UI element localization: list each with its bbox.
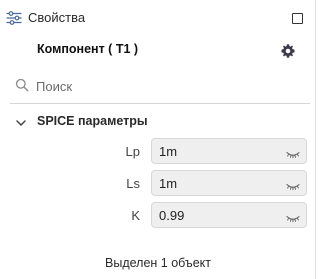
search-box — [10, 74, 300, 98]
panel-titlebar: Свойства — [0, 0, 316, 36]
properties-panel: Свойства Компонент ( T1 ) SPICE параметр… — [0, 0, 316, 279]
eye-closed-icon[interactable] — [286, 147, 300, 159]
param-row-ls: Ls 1m — [0, 170, 316, 196]
eye-closed-icon[interactable] — [286, 179, 300, 191]
param-row-lp: Lp 1m — [0, 138, 316, 164]
param-field-k[interactable]: 0.99 — [151, 202, 307, 228]
param-field-ls[interactable]: 1m — [151, 170, 307, 196]
gear-icon[interactable] — [280, 43, 296, 59]
section-title: SPICE параметры — [37, 114, 148, 128]
square-icon[interactable] — [292, 13, 303, 24]
sliders-icon — [6, 11, 22, 25]
eye-closed-icon[interactable] — [286, 211, 300, 223]
param-value[interactable]: 1m — [159, 176, 177, 191]
param-row-k: K 0.99 — [0, 202, 316, 228]
search-input[interactable] — [36, 76, 286, 96]
selection-status: Выделен 1 объект — [105, 256, 211, 270]
param-label: Lp — [125, 144, 140, 159]
search-icon — [15, 78, 29, 92]
component-title: Компонент ( T1 ) — [37, 42, 139, 56]
panel-title: Свойства — [28, 10, 86, 25]
param-label: K — [131, 208, 140, 223]
section-header-spice[interactable]: SPICE параметры — [0, 112, 316, 132]
param-value[interactable]: 0.99 — [159, 208, 184, 223]
param-value[interactable]: 1m — [159, 144, 177, 159]
param-field-lp[interactable]: 1m — [151, 138, 307, 164]
chevron-down-icon[interactable] — [15, 116, 27, 128]
divider — [10, 103, 310, 104]
param-label: Ls — [126, 176, 140, 191]
